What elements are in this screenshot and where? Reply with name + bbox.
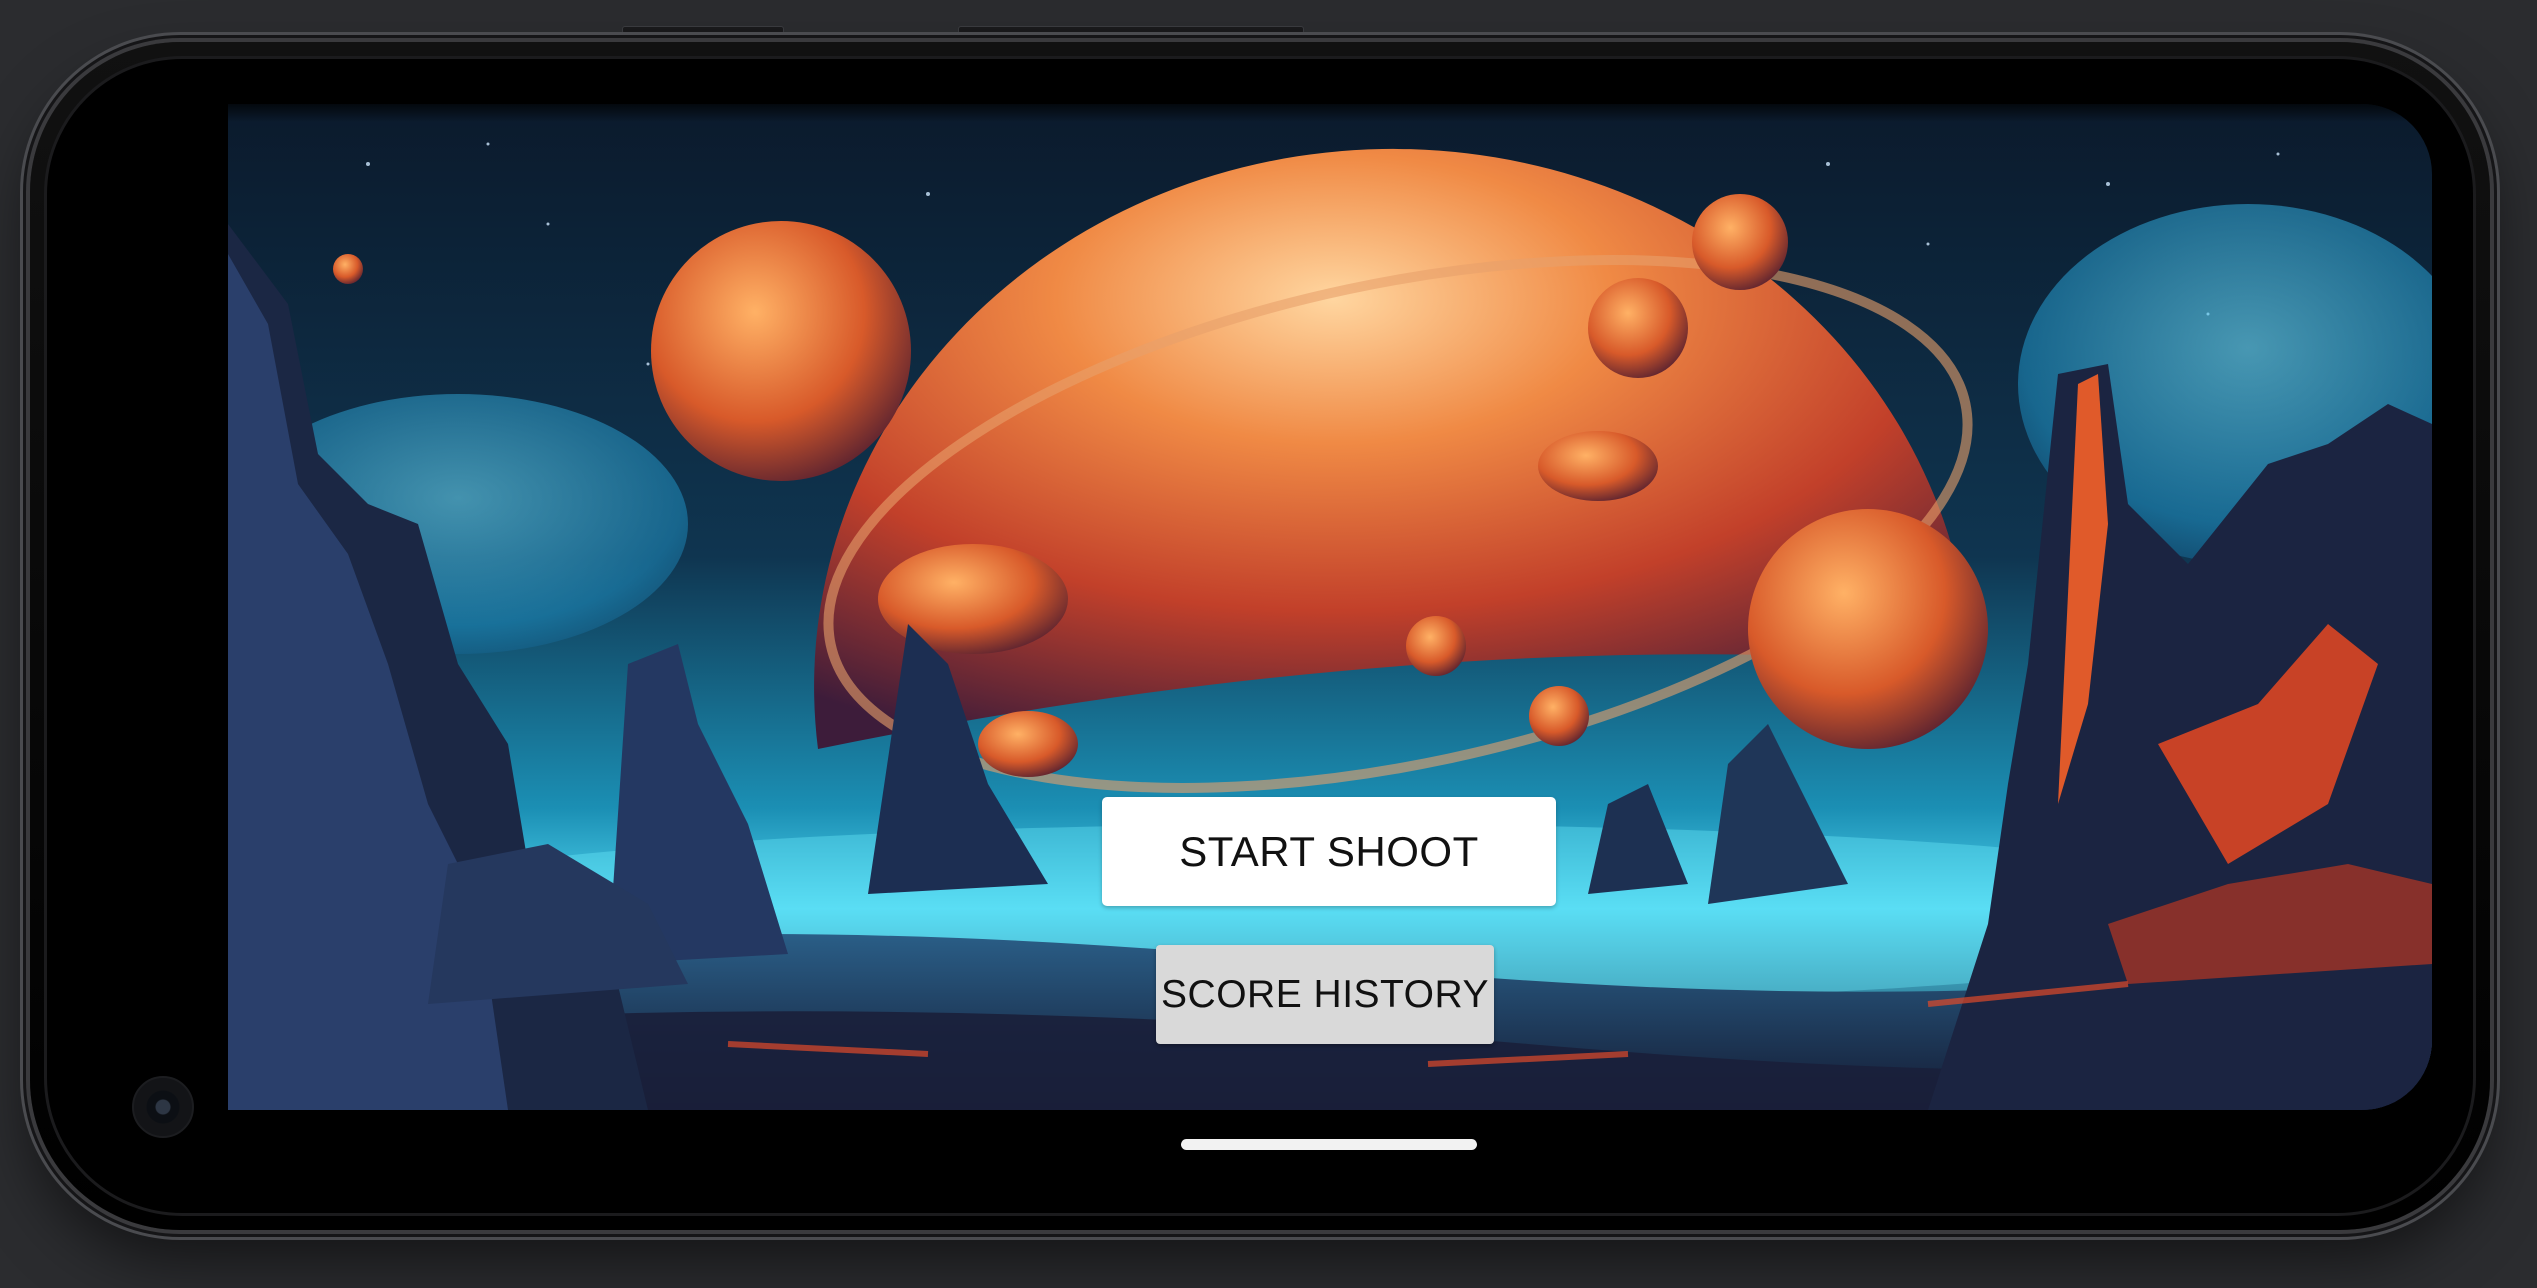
volume-button <box>622 26 784 34</box>
start-shoot-button[interactable]: START SHOOT <box>1102 797 1556 906</box>
score-history-button[interactable]: SCORE HISTORY <box>1156 945 1494 1044</box>
power-button <box>958 26 1304 34</box>
front-camera-icon <box>132 1076 194 1138</box>
home-indicator[interactable] <box>1181 1139 1477 1150</box>
emulator-stage: START SHOOT SCORE HISTORY <box>0 0 2537 1288</box>
screen-top-shade <box>228 104 2432 122</box>
